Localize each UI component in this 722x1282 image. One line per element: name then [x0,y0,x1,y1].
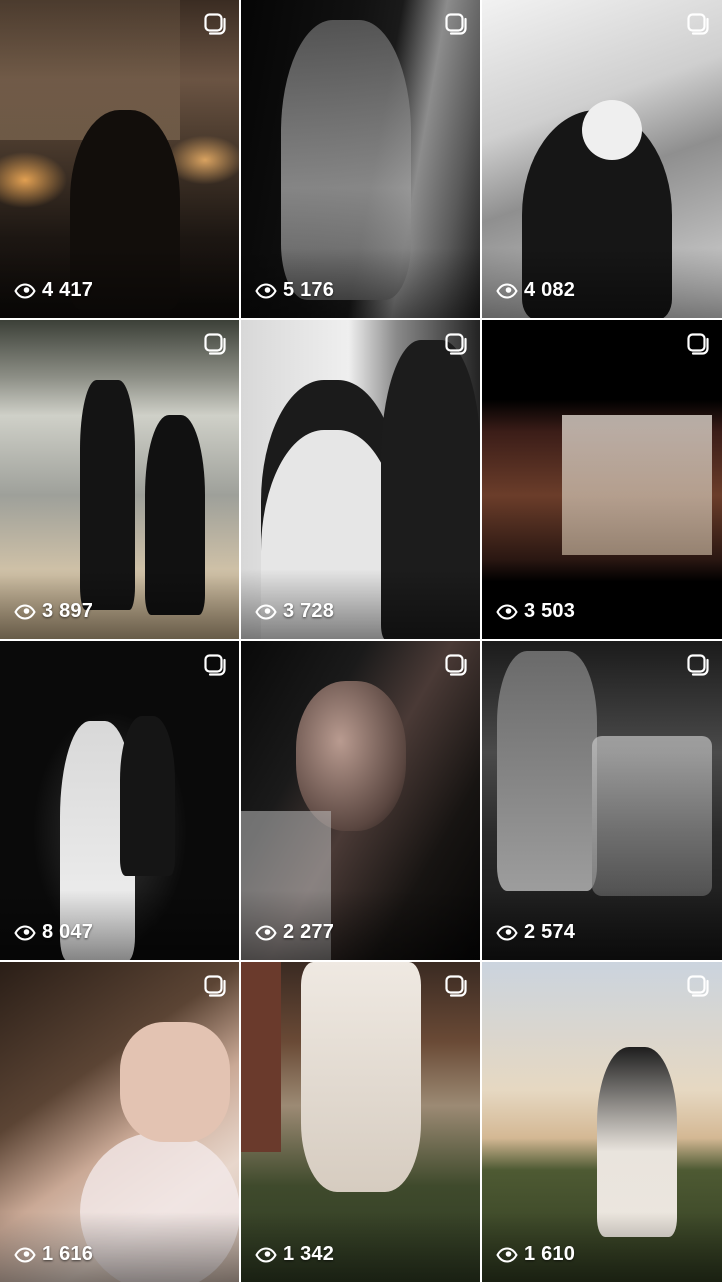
view-count: 3 897 [14,600,93,623]
eye-icon [14,282,36,299]
reel-thumbnail[interactable]: 8 047 [0,641,239,960]
eye-icon [496,603,518,620]
eye-icon [255,1246,277,1263]
view-count: 3 728 [255,600,334,623]
reels-icon [686,653,710,677]
eye-icon [496,282,518,299]
reel-thumbnail[interactable]: 3 897 [0,320,239,639]
view-count: 2 574 [496,921,575,944]
eye-icon [255,924,277,941]
eye-icon [255,603,277,620]
reel-thumbnail[interactable]: 5 176 [241,0,480,318]
reel-thumbnail[interactable]: 2 277 [241,641,480,960]
view-count-label: 4 417 [42,279,94,301]
reel-thumbnail[interactable]: 2 574 [482,641,722,960]
reels-icon [686,332,710,356]
reels-icon [203,332,227,356]
view-count-label: 3 897 [42,600,94,622]
view-count-label: 2 277 [283,921,335,943]
reel-thumbnail[interactable]: 1 342 [241,962,480,1282]
reels-icon [203,653,227,677]
view-count: 3 503 [496,600,575,623]
reel-thumbnail[interactable]: 3 503 [482,320,722,639]
view-count: 1 616 [14,1243,93,1266]
reels-grid: 4 417 5 176 4 082 3 897 3 728 3 503 8 04… [0,0,722,1282]
view-count: 2 277 [255,921,334,944]
view-count: 1 610 [496,1243,575,1266]
view-count-label: 2 574 [524,921,576,943]
view-count-label: 8 047 [42,921,94,943]
view-count: 8 047 [14,921,93,944]
view-count: 1 342 [255,1243,334,1266]
reels-icon [686,974,710,998]
eye-icon [496,1246,518,1263]
view-count-label: 5 176 [283,279,335,301]
reels-icon [444,974,468,998]
reel-thumbnail[interactable]: 4 082 [482,0,722,318]
eye-icon [14,924,36,941]
view-count-label: 1 616 [42,1243,94,1265]
reels-icon [686,12,710,36]
reel-thumbnail[interactable]: 3 728 [241,320,480,639]
reels-icon [444,12,468,36]
reels-icon [203,12,227,36]
reel-thumbnail[interactable]: 1 610 [482,962,722,1282]
eye-icon [496,924,518,941]
reel-thumbnail[interactable]: 1 616 [0,962,239,1282]
view-count: 4 417 [14,279,93,302]
eye-icon [14,603,36,620]
view-count: 5 176 [255,279,334,302]
view-count: 4 082 [496,279,575,302]
view-count-label: 3 728 [283,600,335,622]
reels-icon [444,332,468,356]
view-count-label: 1 610 [524,1243,576,1265]
eye-icon [14,1246,36,1263]
view-count-label: 1 342 [283,1243,335,1265]
reels-icon [444,653,468,677]
view-count-label: 4 082 [524,279,576,301]
reel-thumbnail[interactable]: 4 417 [0,0,239,318]
reels-icon [203,974,227,998]
eye-icon [255,282,277,299]
view-count-label: 3 503 [524,600,576,622]
